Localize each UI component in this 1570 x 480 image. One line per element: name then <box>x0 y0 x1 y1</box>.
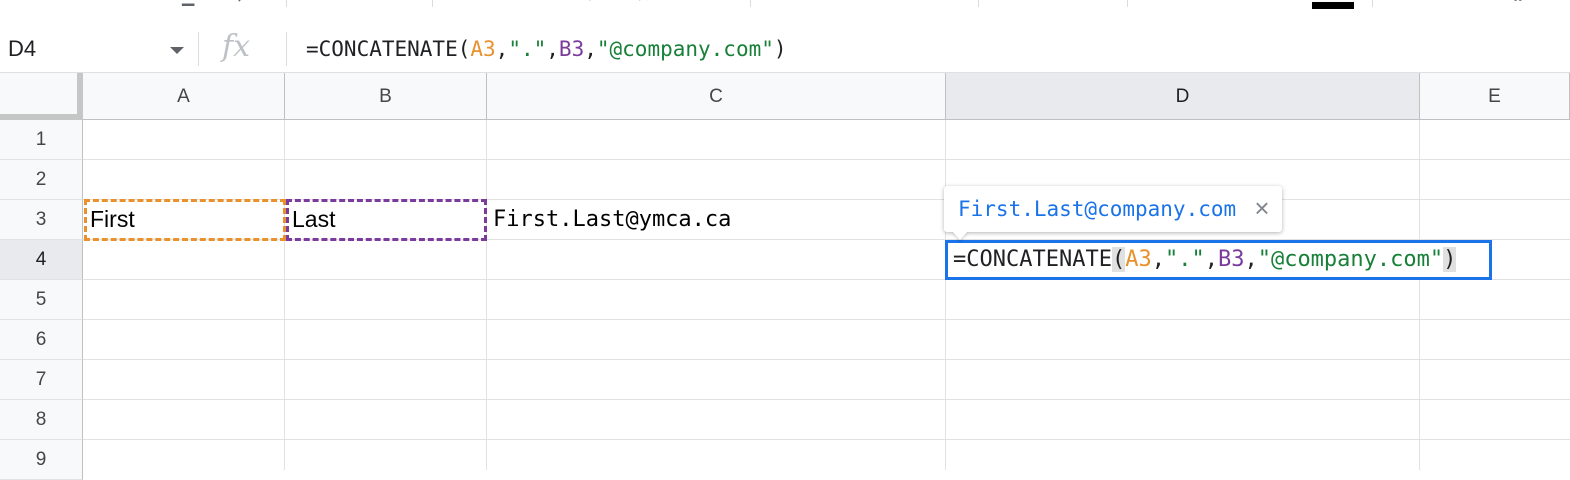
toolbar: ▁ ↗ ↤ ↦ ⠿ <box>0 0 1570 27</box>
cell-c3[interactable]: First.Last@ymca.ca <box>493 206 731 234</box>
row-header-5[interactable]: 5 <box>0 280 83 320</box>
reference-highlight-a3 <box>84 199 286 241</box>
column-header-d[interactable]: D <box>946 73 1420 120</box>
grid-line <box>1419 120 1420 470</box>
formula-ref-b3: B3 <box>558 37 585 61</box>
toolbar-divider <box>978 0 979 7</box>
formula-ref-b3: B3 <box>1217 247 1245 272</box>
reference-highlight-b3 <box>286 199 487 241</box>
formula-separator: , <box>495 37 509 61</box>
formula-bar-divider <box>198 32 199 66</box>
preview-value: First.Last@company.com <box>958 197 1237 221</box>
toolbar-divider <box>432 0 433 7</box>
toolbar-divider <box>286 0 287 7</box>
formula-separator: , <box>546 37 559 61</box>
formula-open-paren: ( <box>1111 247 1126 272</box>
grid-line <box>83 319 1570 320</box>
close-icon[interactable]: × <box>1250 194 1274 222</box>
formula-ref-a3: A3 <box>1125 247 1152 272</box>
formula-separator: , <box>1204 247 1218 272</box>
formula-result-preview: First.Last@company.com × <box>944 186 1282 240</box>
select-all-corner[interactable] <box>0 73 83 120</box>
row-header-4[interactable]: 4 <box>0 240 83 280</box>
row-header-3[interactable]: 3 <box>0 200 83 240</box>
toolbar-divider <box>750 0 751 7</box>
grid-line <box>945 120 946 470</box>
cell-d4-formula[interactable]: =CONCATENATE(A3,".",B3,"@company.com") <box>953 246 1457 274</box>
column-header-c[interactable]: C <box>487 73 946 120</box>
toolbar-divider <box>1127 0 1128 7</box>
toolbar-icon[interactable]: ↗ <box>236 0 249 6</box>
row-header-7[interactable]: 7 <box>0 360 83 400</box>
text-color-swatch[interactable] <box>1312 2 1354 9</box>
formula-prefix: =CONCATENATE( <box>306 37 471 61</box>
row-header-2[interactable]: 2 <box>0 160 83 200</box>
formula-string: "." <box>1164 247 1205 272</box>
row-header-8[interactable]: 8 <box>0 400 83 440</box>
grid-line <box>83 399 1570 400</box>
toolbar-divider <box>1372 0 1373 7</box>
grid-line <box>284 120 285 470</box>
tooltip-pointer <box>952 231 968 240</box>
name-box-value[interactable]: D4 <box>8 37 36 61</box>
row-header-6[interactable]: 6 <box>0 320 83 360</box>
formula-string: "@company.com" <box>596 37 774 61</box>
grid-line <box>83 359 1570 360</box>
column-header-e[interactable]: E <box>1420 73 1570 120</box>
more-icon[interactable]: ⠿ <box>1512 0 1524 6</box>
formula-string: "." <box>508 37 547 61</box>
formula-prefix: =CONCATENATE <box>953 247 1112 272</box>
function-icon: fx <box>222 29 251 64</box>
formula-ref-a3: A3 <box>470 37 496 61</box>
formula-separator: , <box>1151 247 1165 272</box>
text-rotate-icon[interactable]: ↦ <box>638 0 651 6</box>
formula-string: "@company.com" <box>1257 247 1444 272</box>
grid-line <box>486 120 487 470</box>
toolbar-icon[interactable]: ▁ <box>182 0 194 6</box>
cell-d4-editor[interactable]: =CONCATENATE(A3,".",B3,"@company.com") <box>945 240 1492 280</box>
formula-bar: D4 fx =CONCATENATE(A3,".",B3,"@company.c… <box>0 26 1570 73</box>
text-wrap-icon[interactable]: ↤ <box>578 0 591 6</box>
grid-line <box>83 159 1570 160</box>
formula-separator: , <box>1244 247 1258 272</box>
formula-bar-divider <box>286 32 287 66</box>
formula-suffix: ) <box>773 37 787 61</box>
row-header-9[interactable]: 9 <box>0 440 83 480</box>
grid-line <box>83 439 1570 440</box>
formula-input[interactable]: =CONCATENATE(A3,".",B3,"@company.com") <box>306 37 787 61</box>
column-header-a[interactable]: A <box>83 73 285 120</box>
formula-separator: , <box>584 37 597 61</box>
name-box[interactable]: D4 <box>0 26 194 72</box>
dropdown-arrow-icon[interactable] <box>170 47 184 54</box>
formula-close-paren: ) <box>1443 247 1457 272</box>
row-header-1[interactable]: 1 <box>0 120 83 160</box>
column-header-b[interactable]: B <box>285 73 487 120</box>
